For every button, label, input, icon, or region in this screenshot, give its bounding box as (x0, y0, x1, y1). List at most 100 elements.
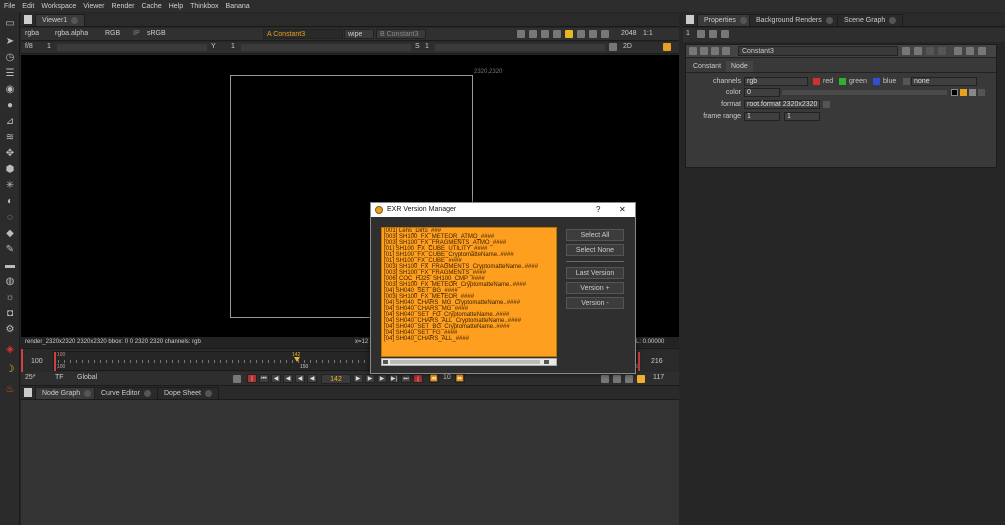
tab-background-renders[interactable]: Background Renders (749, 14, 840, 26)
zoom-select[interactable]: 1:1 (643, 30, 653, 37)
close-panel-icon[interactable] (978, 47, 986, 55)
fstop-select[interactable]: f/8 (25, 43, 33, 50)
menu-viewer[interactable]: Viewer (83, 3, 104, 10)
close-icon[interactable] (143, 389, 151, 397)
collapse-icon[interactable] (689, 47, 697, 55)
select-all-button[interactable]: Select All (566, 229, 624, 241)
skip-icon[interactable]: ⏪ (429, 374, 439, 383)
roi-icon[interactable] (517, 30, 525, 38)
float-icon[interactable] (700, 47, 708, 55)
max-panels-field[interactable]: 1 (686, 30, 690, 37)
bounce-icon[interactable] (613, 375, 621, 383)
frame-icon[interactable] (609, 43, 617, 51)
lines-icon[interactable] (565, 30, 573, 38)
loop-icon[interactable] (601, 375, 609, 383)
first-frame-icon[interactable]: ⏮ (259, 374, 269, 383)
color-slider[interactable] (782, 90, 947, 95)
menu-workspace[interactable]: Workspace (41, 3, 76, 10)
alpha-checkbox[interactable] (903, 78, 910, 85)
clip-icon[interactable] (529, 30, 537, 38)
list-horizontal-scrollbar[interactable] (381, 358, 557, 366)
format-select[interactable]: root.format 2320x2320 (744, 100, 820, 109)
image-icon[interactable]: ▭ (4, 18, 16, 30)
exr-version-list[interactable]: [001] Lens_Dirts_### [003] SH100_FX_METE… (381, 227, 557, 357)
particles-icon[interactable]: ✳ (4, 180, 16, 192)
proxy-select[interactable]: 2048 (621, 30, 637, 37)
alpha-select[interactable]: rgba.alpha (55, 30, 88, 37)
node-graph-canvas[interactable] (21, 400, 679, 525)
colorize-icon[interactable] (722, 47, 730, 55)
in-frame[interactable]: 100 (31, 358, 43, 365)
frame-range-start[interactable]: 1 (744, 112, 780, 121)
tab-curve-editor[interactable]: Curve Editor (94, 387, 158, 399)
channels-select[interactable]: rgb (744, 77, 808, 86)
cache-icon[interactable] (637, 375, 645, 383)
animation-icon[interactable] (978, 89, 985, 96)
display-channel-select[interactable]: RGB (105, 30, 120, 37)
close-icon[interactable] (889, 16, 897, 24)
blue-checkbox[interactable] (873, 78, 880, 85)
next-frame-icon[interactable]: ▶ (353, 374, 363, 383)
goto-end-button[interactable]: | (413, 374, 423, 383)
tab-constant[interactable]: Constant (688, 61, 727, 72)
alpha-channel-select[interactable]: none (911, 77, 977, 86)
increment-field[interactable]: 10 (443, 374, 451, 381)
wipe-select[interactable]: wipe (344, 29, 374, 39)
3d-icon[interactable]: ⬢ (4, 164, 16, 176)
last-frame-icon[interactable]: ⏭ (401, 374, 411, 383)
tab-viewer1[interactable]: Viewer1 (35, 14, 86, 26)
lut-select[interactable]: sRGB (147, 30, 166, 37)
dialog-titlebar[interactable]: EXR Version Manager ? ✕ (371, 203, 635, 217)
menu-edit[interactable]: Edit (22, 3, 34, 10)
keyer-icon[interactable]: ⊿ (4, 116, 16, 128)
last-version-button[interactable]: Last Version (566, 267, 624, 279)
prev-increment-icon[interactable]: ◀ (271, 374, 281, 383)
panel-menu-icon[interactable] (24, 388, 32, 397)
frame-step[interactable]: 1 (47, 43, 51, 50)
color-value-field[interactable]: 0 (744, 88, 780, 97)
tab-dope-sheet[interactable]: Dope Sheet (157, 387, 219, 399)
gamma-value[interactable]: 1 (231, 43, 235, 50)
panel-menu-icon[interactable] (24, 15, 32, 24)
menu-banana[interactable]: Banana (226, 3, 250, 10)
pause-icon[interactable] (601, 30, 609, 38)
tab-scene-graph[interactable]: Scene Graph (837, 14, 904, 26)
end-frame[interactable]: 117 (653, 374, 664, 381)
fire-icon[interactable]: ♨ (4, 384, 16, 396)
tab-node[interactable]: Node (726, 61, 753, 72)
gizmo-icon[interactable]: ⚙ (4, 324, 16, 336)
close-icon[interactable] (739, 16, 747, 24)
help-button[interactable]: ? (596, 203, 600, 217)
clear-icon[interactable] (709, 30, 717, 38)
menu-help[interactable]: Help (169, 3, 183, 10)
tab-properties[interactable]: Properties (697, 14, 754, 26)
other-icon[interactable]: ▬ (4, 260, 16, 272)
close-icon[interactable] (204, 389, 212, 397)
current-frame-field[interactable]: 142 (321, 374, 351, 384)
close-button[interactable]: ✕ (619, 203, 626, 217)
menu-thinkbox[interactable]: Thinkbox (190, 3, 218, 10)
channels-select[interactable]: rgba (25, 30, 39, 37)
next-keyframe-icon[interactable]: ▶ (377, 374, 387, 383)
play-forward-icon[interactable]: ▶ (365, 374, 375, 383)
transform-icon[interactable]: ✥ (4, 148, 16, 160)
prev-frame-icon[interactable]: ◀ (307, 374, 317, 383)
pencil-icon[interactable] (721, 30, 729, 38)
filter-icon[interactable]: ● (4, 100, 16, 112)
goto-start-button[interactable]: | (247, 374, 257, 383)
merge-icon[interactable]: ≋ (4, 132, 16, 144)
undo-icon[interactable] (902, 47, 910, 55)
range-mode-select[interactable]: Global (77, 374, 97, 381)
play-backward-icon[interactable]: ◀ (295, 374, 305, 383)
float-panel-icon[interactable] (966, 47, 974, 55)
menu-cache[interactable]: Cache (141, 3, 161, 10)
green-checkbox[interactable] (839, 78, 846, 85)
color-swatch[interactable] (951, 89, 958, 96)
cryptomatte-icon[interactable]: ◈ (4, 344, 16, 356)
version-down-button[interactable]: Version - (566, 297, 624, 309)
scroll-right-icon[interactable] (544, 360, 549, 364)
lock-icon[interactable] (697, 30, 705, 38)
channel-icon[interactable]: ☰ (4, 68, 16, 80)
banana-icon[interactable]: ☽ (4, 364, 16, 376)
monitor-icon[interactable] (553, 30, 561, 38)
